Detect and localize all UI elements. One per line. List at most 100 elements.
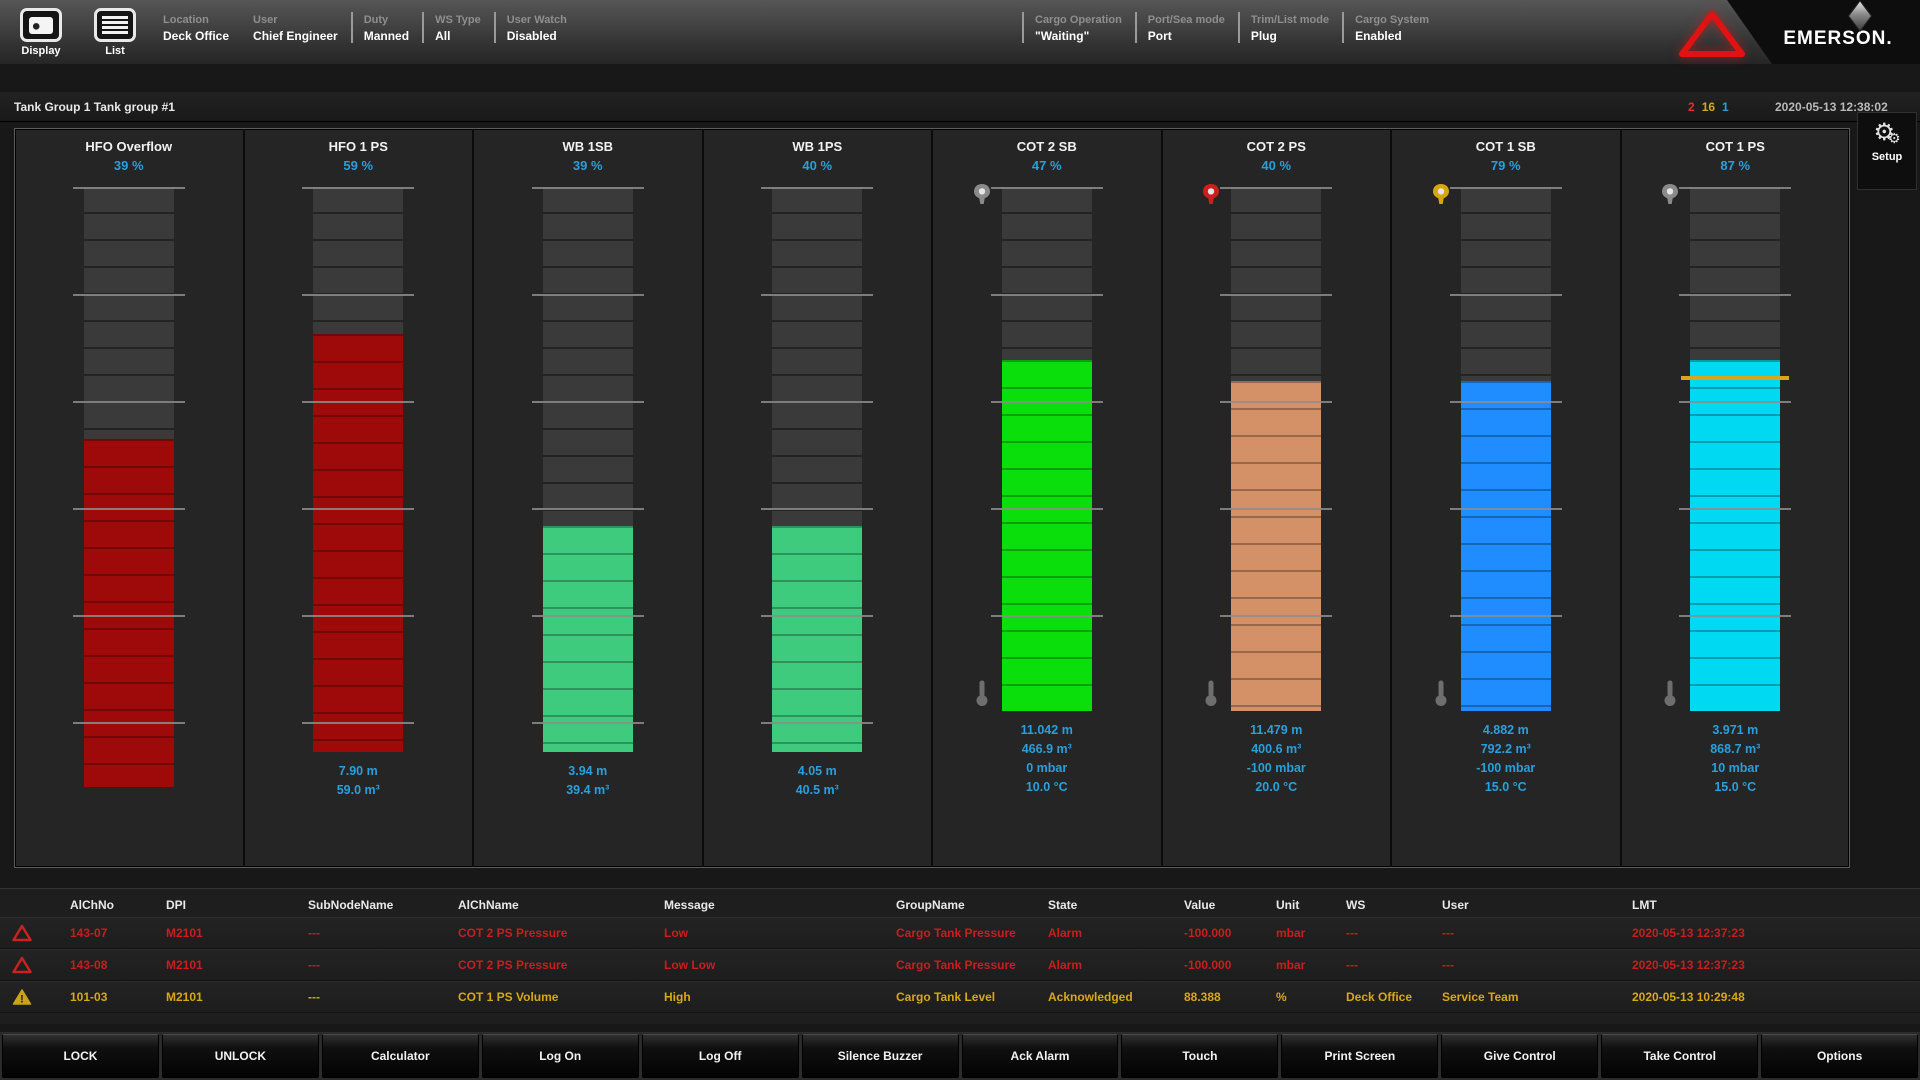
tank-level-gauge bbox=[1231, 187, 1321, 711]
tank-readout-value: -100 mbar bbox=[1392, 759, 1620, 778]
alarm-cell-groupname: Cargo Tank Level bbox=[896, 990, 1048, 1004]
list-icon bbox=[94, 8, 136, 42]
tank-percent: 40 % bbox=[1163, 158, 1391, 173]
footer-button-bar: LOCKUNLOCKCalculatorLog OnLog OffSilence… bbox=[0, 1032, 1920, 1080]
tank-level-fill bbox=[1002, 360, 1092, 711]
setup-button[interactable]: ⚙⚙ Setup bbox=[1857, 112, 1917, 190]
tank-panel-cot-1-ps[interactable]: COT 1 PS 87 % 3.971 m868.7 m³10 mbar15.0… bbox=[1620, 129, 1850, 867]
tank-level-fill bbox=[1461, 381, 1551, 711]
thermometer-icon bbox=[1433, 679, 1449, 707]
alarm-triangle-icon bbox=[12, 924, 32, 942]
tank-readout-value: 7.90 m bbox=[245, 762, 473, 781]
log-off-button[interactable]: Log Off bbox=[642, 1034, 799, 1078]
alarm-triangle-icon[interactable] bbox=[1676, 10, 1748, 58]
tank-level-fill bbox=[313, 334, 403, 752]
tank-readout-value: 4.05 m bbox=[704, 762, 932, 781]
display-button[interactable]: Display bbox=[14, 8, 68, 57]
column-header-dpi: DPI bbox=[166, 898, 308, 912]
options-button[interactable]: Options bbox=[1761, 1034, 1918, 1078]
gauge-major-tick bbox=[761, 294, 873, 296]
alarm-cell-alchno: 143-07 bbox=[70, 926, 166, 940]
tank-readouts: 11.042 m466.9 m³0 mbar10.0 °C bbox=[933, 721, 1161, 797]
alarm-cell-unit: % bbox=[1276, 990, 1346, 1004]
tank-panel-cot-2-ps[interactable]: COT 2 PS 40 % 11.479 m400.6 m³-100 mbar2… bbox=[1161, 129, 1391, 867]
tank-level-fill bbox=[1690, 360, 1780, 711]
alarm-count-yellow: 16 bbox=[1702, 100, 1715, 114]
gauge-major-tick bbox=[991, 401, 1103, 403]
alarm-table-header: AlChNoDPISubNodeNameAlChNameMessageGroup… bbox=[0, 893, 1920, 917]
gauge-major-tick bbox=[73, 187, 185, 189]
tank-readout-value: 15.0 °C bbox=[1392, 778, 1620, 797]
gauge-major-tick bbox=[1679, 615, 1791, 617]
tank-readout-value: 11.042 m bbox=[933, 721, 1161, 740]
alarm-cell-user: Service Team bbox=[1442, 990, 1632, 1004]
tank-readouts: 11.479 m400.6 m³-100 mbar20.0 °C bbox=[1163, 721, 1391, 797]
tank-percent: 39 % bbox=[474, 158, 702, 173]
thermometer-icon bbox=[1662, 679, 1678, 707]
ack-alarm-button[interactable]: Ack Alarm bbox=[962, 1034, 1119, 1078]
tank-panel-wb-1ps[interactable]: WB 1PS 40 % 4.05 m40.5 m³ bbox=[702, 129, 932, 867]
tank-panel-cot-2-sb[interactable]: COT 2 SB 47 % 11.042 m466.9 m³0 mbar10.0… bbox=[931, 129, 1161, 867]
gauge-major-tick bbox=[302, 401, 414, 403]
gauge-major-tick bbox=[73, 294, 185, 296]
alarm-row[interactable]: !101-03M2101---COT 1 PS VolumeHighCargo … bbox=[0, 981, 1920, 1013]
emerson-logo-text: EMERSON. bbox=[1764, 28, 1912, 50]
header-field-value: Manned bbox=[364, 29, 409, 43]
thermometer-icon bbox=[1203, 679, 1219, 707]
column-header-unit: Unit bbox=[1276, 898, 1346, 912]
gauge-major-tick bbox=[532, 401, 644, 403]
alarm-cell-value: -100.000 bbox=[1184, 926, 1276, 940]
alarm-counts[interactable]: 2 16 1 bbox=[1688, 100, 1729, 114]
touch-button[interactable]: Touch bbox=[1121, 1034, 1278, 1078]
lock-button[interactable]: LOCK bbox=[2, 1034, 159, 1078]
unlock-button[interactable]: UNLOCK bbox=[162, 1034, 319, 1078]
print-screen-button[interactable]: Print Screen bbox=[1281, 1034, 1438, 1078]
alarm-row-severity-icon bbox=[12, 924, 70, 942]
tank-readout-value: 10 mbar bbox=[1622, 759, 1850, 778]
emerson-logo: EMERSON. bbox=[1764, 0, 1912, 64]
tank-panel-wb-1sb[interactable]: WB 1SB 39 % 3.94 m39.4 m³ bbox=[472, 129, 702, 867]
alarm-cell-value: -100.000 bbox=[1184, 958, 1276, 972]
alarm-cell-ws: --- bbox=[1346, 958, 1442, 972]
take-control-button[interactable]: Take Control bbox=[1601, 1034, 1758, 1078]
alarm-cell-alchname: COT 2 PS Pressure bbox=[458, 926, 664, 940]
header-field-value: Chief Engineer bbox=[253, 29, 338, 43]
list-button[interactable]: List bbox=[88, 8, 142, 57]
calculator-button[interactable]: Calculator bbox=[322, 1034, 479, 1078]
header-status-fields-left: Location Deck Office User Chief Engineer… bbox=[152, 12, 580, 43]
header-field-value: Deck Office bbox=[163, 29, 229, 43]
column-header-state: State bbox=[1048, 898, 1184, 912]
column-header-lmt: LMT bbox=[1632, 898, 1920, 912]
tank-readout-value: 3.94 m bbox=[474, 762, 702, 781]
header-field-label: Location bbox=[163, 14, 229, 26]
header-field-value: Port bbox=[1148, 29, 1225, 43]
tank-level-fill bbox=[84, 439, 174, 787]
log-on-button[interactable]: Log On bbox=[482, 1034, 639, 1078]
header-field-value: Disabled bbox=[507, 29, 567, 43]
high-level-marker bbox=[1681, 376, 1789, 380]
alarm-count-red: 2 bbox=[1688, 100, 1695, 114]
alarm-cell-ws: --- bbox=[1346, 926, 1442, 940]
tank-panel-cot-1-sb[interactable]: COT 1 SB 79 % 4.882 m792.2 m³-100 mbar15… bbox=[1390, 129, 1620, 867]
gauge-major-tick bbox=[532, 508, 644, 510]
silence-buzzer-button[interactable]: Silence Buzzer bbox=[802, 1034, 959, 1078]
alarm-cell-groupname: Cargo Tank Pressure bbox=[896, 926, 1048, 940]
gauge-major-tick bbox=[991, 187, 1103, 189]
tank-panel-hfo-overflow[interactable]: HFO Overflow 39 % bbox=[15, 129, 243, 867]
tank-name: COT 1 PS bbox=[1622, 139, 1850, 154]
header-field-port-sea-mode: Port/Sea mode Port bbox=[1135, 12, 1238, 43]
alarm-row[interactable]: 143-08M2101---COT 2 PS PressureLow LowCa… bbox=[0, 949, 1920, 981]
tank-level-gauge bbox=[1461, 187, 1551, 711]
tank-level-gauge bbox=[543, 187, 633, 752]
tank-level-fill bbox=[1231, 381, 1321, 711]
give-control-button[interactable]: Give Control bbox=[1441, 1034, 1598, 1078]
gear-icon: ⚙⚙ bbox=[1858, 121, 1916, 145]
gauge-major-tick bbox=[991, 615, 1103, 617]
alarm-cell-alchno: 143-08 bbox=[70, 958, 166, 972]
gauge-major-tick bbox=[1220, 508, 1332, 510]
alarm-row[interactable]: 143-07M2101---COT 2 PS PressureLowCargo … bbox=[0, 917, 1920, 949]
tank-level-gauge bbox=[84, 187, 174, 787]
tank-panel-hfo-1-ps[interactable]: HFO 1 PS 59 % 7.90 m59.0 m³ bbox=[243, 129, 473, 867]
tank-readout-value: 59.0 m³ bbox=[245, 781, 473, 800]
alarm-cell-lmt: 2020-05-13 12:37:23 bbox=[1632, 926, 1920, 940]
